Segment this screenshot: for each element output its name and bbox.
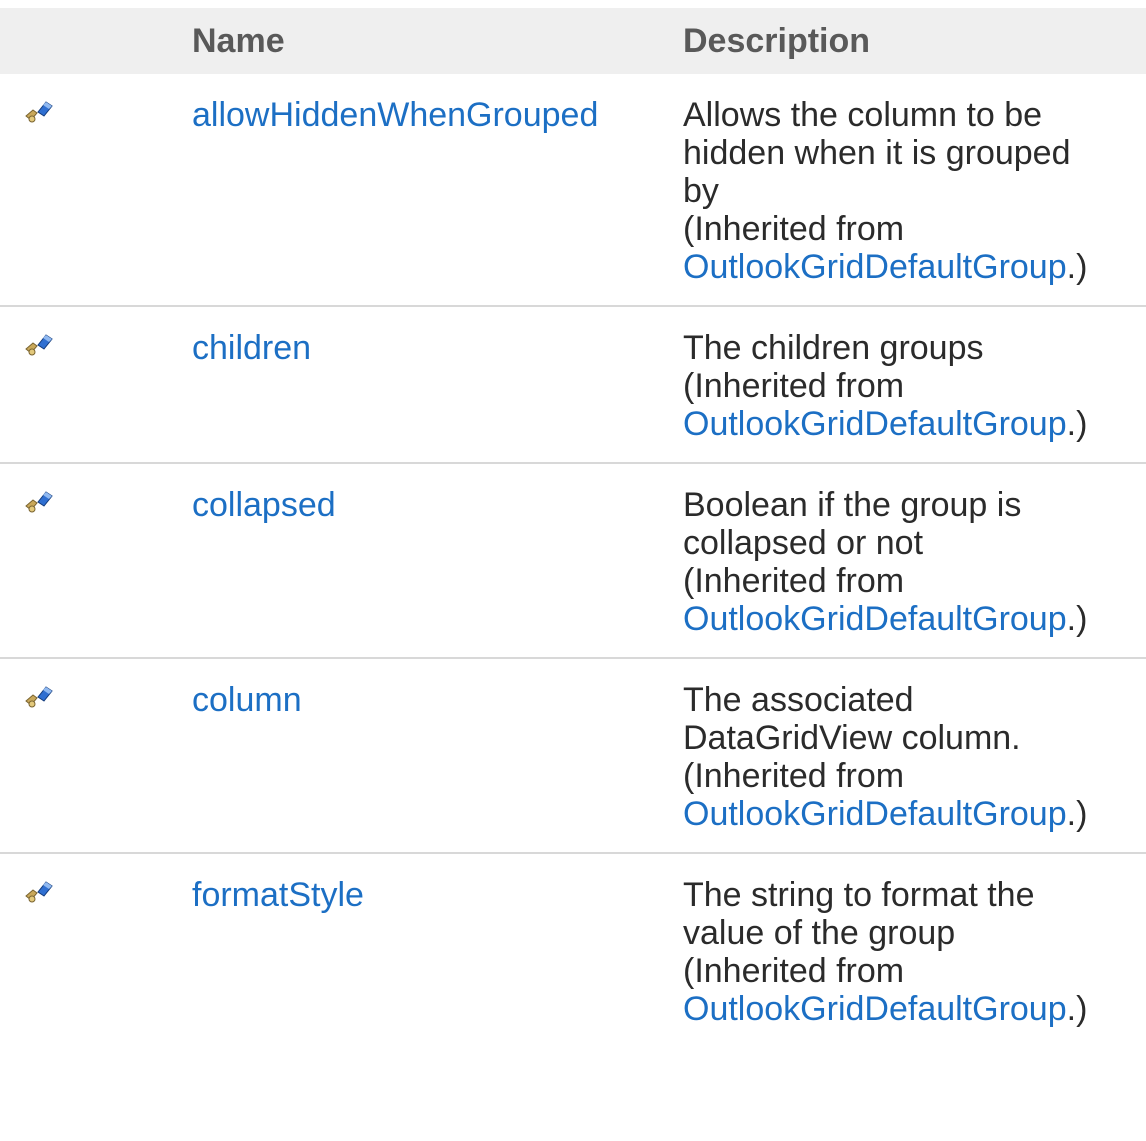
member-link[interactable]: collapsed xyxy=(192,486,336,524)
public-property-icon xyxy=(24,880,175,908)
inherited-suffix: .) xyxy=(1066,795,1088,833)
public-property-icon xyxy=(24,685,175,713)
description-text: Allows the column to be hidden when it is… xyxy=(683,96,1146,210)
description-text: The associated DataGridView column. xyxy=(683,681,1146,757)
member-link[interactable]: formatStyle xyxy=(192,876,364,914)
table-body: allowHiddenWhenGrouped Allows the column… xyxy=(0,74,1146,1047)
inherited-from-link[interactable]: OutlookGridDefaultGroup xyxy=(683,248,1067,286)
description-line: The associated xyxy=(683,681,914,719)
inherited-suffix: .) xyxy=(1066,600,1088,638)
member-link[interactable]: column xyxy=(192,681,302,719)
table-row: collapsed Boolean if the group is collaps… xyxy=(0,463,1146,658)
icon-cell xyxy=(0,463,175,658)
table-row: allowHiddenWhenGrouped Allows the column… xyxy=(0,74,1146,306)
name-cell: allowHiddenWhenGrouped xyxy=(175,74,666,306)
inherited-prefix: (Inherited from xyxy=(683,210,905,248)
description-line: The string to format the xyxy=(683,876,1035,914)
description-line: value of the group xyxy=(683,914,956,952)
inherited-suffix: .) xyxy=(1066,405,1088,443)
members-table: Name Description allowHiddenWhenGrouped … xyxy=(0,8,1146,1047)
table-header: Name Description xyxy=(0,8,1146,74)
name-cell: collapsed xyxy=(175,463,666,658)
icon-column-header xyxy=(0,8,175,74)
description-text: The children groups xyxy=(683,329,1146,367)
description-cell: Allows the column to be hidden when it is… xyxy=(666,74,1146,306)
description-line: Allows the column to be xyxy=(683,96,1043,134)
member-link[interactable]: allowHiddenWhenGrouped xyxy=(192,96,598,134)
inherited-note: (Inherited from OutlookGridDefaultGroup.) xyxy=(683,367,1146,443)
name-cell: children xyxy=(175,306,666,463)
description-cell: The associated DataGridView column. (Inhe… xyxy=(666,658,1146,853)
icon-cell xyxy=(0,853,175,1047)
description-line: The children groups xyxy=(683,329,984,367)
inherited-note: (Inherited from OutlookGridDefaultGroup.) xyxy=(683,562,1146,638)
inherited-from-link[interactable]: OutlookGridDefaultGroup xyxy=(683,990,1067,1028)
public-property-icon xyxy=(24,100,175,128)
description-column-header: Description xyxy=(683,21,871,60)
table-row: children The children groups (Inherited … xyxy=(0,306,1146,463)
description-line: collapsed or not xyxy=(683,524,924,562)
description-cell: The children groups (Inherited from Outlo… xyxy=(666,306,1146,463)
public-property-icon xyxy=(24,490,175,518)
description-text: Boolean if the group is collapsed or not xyxy=(683,486,1146,562)
table-row: column The associated DataGridView column… xyxy=(0,658,1146,853)
inherited-note: (Inherited from OutlookGridDefaultGroup.) xyxy=(683,757,1146,833)
description-cell: The string to format the value of the gro… xyxy=(666,853,1146,1047)
icon-cell xyxy=(0,658,175,853)
inherited-prefix: (Inherited from xyxy=(683,757,905,795)
name-cell: column xyxy=(175,658,666,853)
description-text: The string to format the value of the gro… xyxy=(683,876,1146,952)
table-row: formatStyle The string to format the valu… xyxy=(0,853,1146,1047)
name-column-header: Name xyxy=(192,21,285,60)
inherited-prefix: (Inherited from xyxy=(683,952,905,990)
inherited-note: (Inherited from OutlookGridDefaultGroup.) xyxy=(683,952,1146,1028)
description-line: Boolean if the group is xyxy=(683,486,1022,524)
description-line: by xyxy=(683,172,719,210)
description-cell: Boolean if the group is collapsed or not … xyxy=(666,463,1146,658)
inherited-prefix: (Inherited from xyxy=(683,367,905,405)
inherited-from-link[interactable]: OutlookGridDefaultGroup xyxy=(683,795,1067,833)
member-link[interactable]: children xyxy=(192,329,311,367)
inherited-prefix: (Inherited from xyxy=(683,562,905,600)
header-row: Name Description xyxy=(0,8,1146,74)
icon-cell xyxy=(0,74,175,306)
inherited-suffix: .) xyxy=(1066,990,1088,1028)
description-line: DataGridView column. xyxy=(683,719,1021,757)
inherited-from-link[interactable]: OutlookGridDefaultGroup xyxy=(683,600,1067,638)
name-cell: formatStyle xyxy=(175,853,666,1047)
icon-cell xyxy=(0,306,175,463)
public-property-icon xyxy=(24,333,175,361)
inherited-from-link[interactable]: OutlookGridDefaultGroup xyxy=(683,405,1067,443)
description-line: hidden when it is grouped xyxy=(683,134,1071,172)
inherited-suffix: .) xyxy=(1066,248,1088,286)
inherited-note: (Inherited from OutlookGridDefaultGroup.) xyxy=(683,210,1146,286)
